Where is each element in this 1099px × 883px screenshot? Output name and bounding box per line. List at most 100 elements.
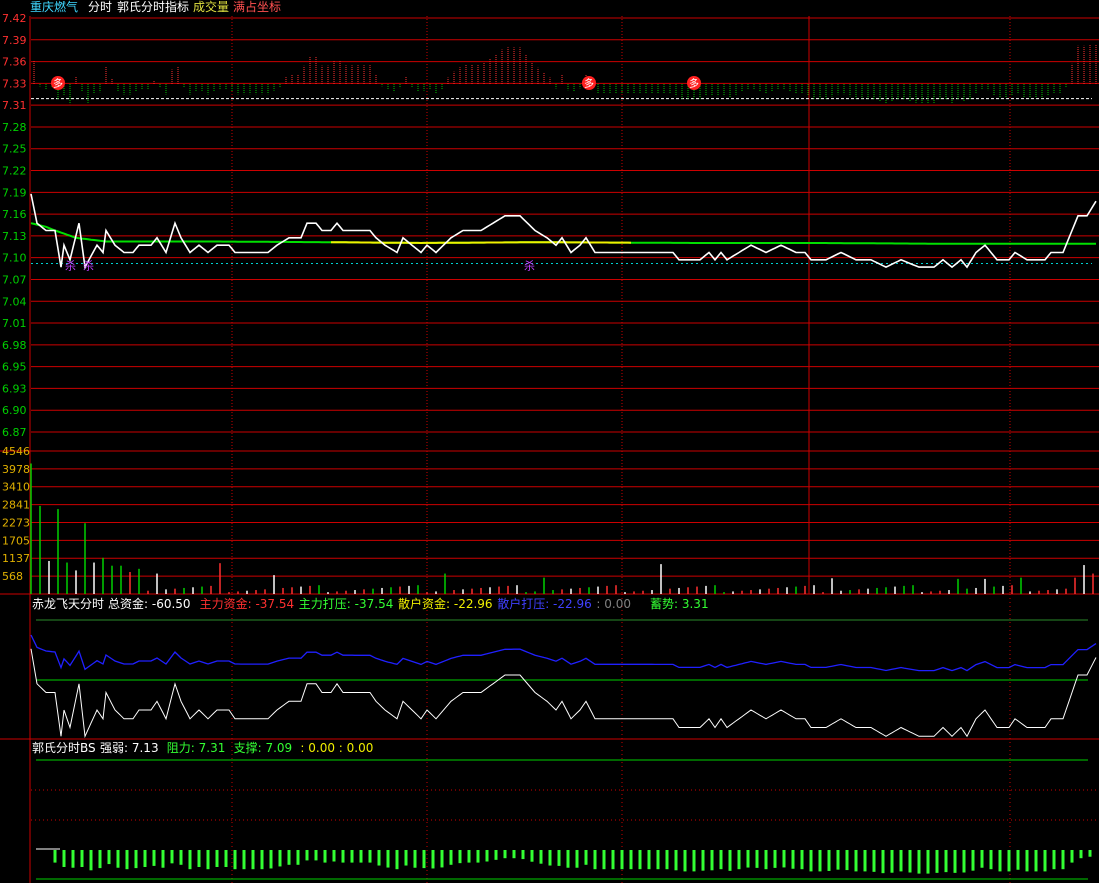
capital-flow-panel[interactable]: 赤龙飞天分时 总资金: -60.50 主力资金: -37.54 主力打压: -37.5… [30, 596, 1097, 739]
bs-strength-bar [764, 850, 768, 870]
intraday-chart[interactable]: 重庆燃气 分时 郭氏分时指标 成交量 满占坐标 7.42 7.39 7.36 7.33… [0, 0, 1099, 883]
buy-signal-label: 多 [53, 77, 63, 90]
bs-strength-bar [980, 850, 984, 868]
bs-strength-bar [260, 850, 264, 870]
bs-strength-bar [251, 850, 255, 870]
bs-strength-bar [755, 850, 759, 868]
flow-value-label: 散户打压: -22.96 [497, 596, 592, 611]
bs-strength-bar [809, 850, 813, 872]
bs-strength-bar [197, 850, 201, 867]
flow-value-label: : 0.00 [596, 597, 631, 611]
volume-label[interactable]: 成交量 [193, 0, 229, 14]
bs-strength-bar [971, 850, 975, 871]
bs-strength-bar [143, 850, 147, 867]
bs-strength-bar [944, 850, 948, 873]
sell-signal-label: 杀 [65, 258, 76, 272]
bs-strength-bar [1025, 850, 1029, 872]
flow-value-label: 总资金: -60.50 [108, 596, 191, 611]
bs-strength-bar [116, 850, 120, 868]
bs-strength-bar [692, 850, 696, 872]
bs-strength-bar [269, 850, 273, 869]
bs-strength-bar [1079, 850, 1083, 859]
bs-strength-bar [278, 850, 282, 867]
bs-strength-bar [323, 850, 327, 863]
volume-tick-label: 1137 [2, 552, 30, 565]
bs-strength-bar [926, 850, 930, 874]
total-flow-line [30, 648, 1097, 739]
bs-strength-bar [917, 850, 921, 874]
bs-strength-bar [548, 850, 552, 866]
price-tick-label: 7.19 [2, 186, 27, 199]
volume-tick-label: 4546 [2, 445, 30, 458]
buy-signal-label: 多 [689, 77, 699, 90]
chart-header: 重庆燃气 分时 郭氏分时指标 成交量 满占坐标 [30, 0, 281, 14]
bs-strength-bar [683, 850, 687, 872]
bs-strength-bar [413, 850, 417, 868]
bs-strength-bar [611, 850, 615, 870]
bs-strength-bar [179, 850, 183, 865]
bs-strength-bar [1007, 850, 1011, 872]
coord-label[interactable]: 满占坐标 [233, 0, 281, 14]
bs-strength-bar [1088, 850, 1092, 857]
price-panel[interactable]: 7.42 7.39 7.36 7.33 7.31 7.28 7.25 7.22 7.19 7.16… [2, 12, 1099, 439]
price-tick-label: 7.13 [2, 230, 27, 243]
bs-value-label: : 0.00 : 0.00 [300, 741, 373, 755]
price-tick-label: 6.87 [2, 426, 27, 439]
bs-strength-bar [728, 850, 732, 871]
price-tick-label: 7.04 [2, 295, 27, 308]
bs-strength-bar [1034, 850, 1038, 872]
bs-strength-bar [719, 850, 723, 870]
bs-strength-bar [791, 850, 795, 869]
bs-strength-bar [422, 850, 426, 869]
price-tick-label: 6.95 [2, 361, 27, 374]
bs-strength-bar [890, 850, 894, 873]
bs-strength-bar [1043, 850, 1047, 872]
bs-strength-bar [71, 850, 75, 868]
bs-strength-bar [647, 850, 651, 870]
bs-strength-bar [629, 850, 633, 870]
bs-strength-bar [233, 850, 237, 870]
bs-strength-bar [485, 850, 489, 862]
bs-strength-bar [530, 850, 534, 862]
bs-strength-bar [908, 850, 912, 873]
volume-tick-label: 568 [2, 570, 23, 583]
bs-strength-bar [935, 850, 939, 873]
flow-value-label: 散户资金: -22.96 [398, 596, 493, 611]
volume-panel[interactable]: 4546 3978 3410 2841 2273 1705 1137 568 [2, 445, 1099, 594]
bs-strength-bar [224, 850, 228, 867]
price-tick-label: 7.10 [2, 252, 27, 265]
bs-strength-bar [593, 850, 597, 870]
bs-strength-bar [710, 850, 714, 871]
bs-strength-bar [782, 850, 786, 868]
price-line [30, 193, 1097, 270]
bs-strength-bar [305, 850, 309, 861]
bs-strength-bar [287, 850, 291, 865]
bs-strength-bar [1016, 850, 1020, 870]
bs-strength-bar [1052, 850, 1056, 870]
volume-tick-label: 3410 [2, 481, 30, 494]
stock-name[interactable]: 重庆燃气 [30, 0, 78, 14]
chart-frame [0, 16, 1099, 883]
bs-strength-bar [602, 850, 606, 870]
flow-value-label: 主力资金: -37.54 [200, 596, 295, 611]
mode-label[interactable]: 分时 [88, 0, 112, 14]
bs-strength-bar [584, 850, 588, 865]
price-tick-label: 6.90 [2, 404, 27, 417]
volume-tick-label: 2273 [2, 517, 30, 530]
bs-strength-bar [377, 850, 381, 866]
bs-strength-bar [368, 850, 372, 863]
bs-strength-bar [962, 850, 966, 873]
bs-strength-panel[interactable]: 郭氏分时BS 强弱: 7.13 阻力: 7.31 支撑: 7.09: 0.00 : 0… [31, 740, 1099, 880]
price-tick-label: 7.01 [2, 317, 27, 330]
bs-strength-bar [350, 850, 354, 863]
bs-strength-bar [998, 850, 1002, 872]
sell-signal-label: 杀 [524, 258, 535, 272]
volume-tick-label: 1705 [2, 534, 30, 547]
bs-strength-bar [665, 850, 669, 870]
bs-strength-bar [845, 850, 849, 871]
indicator-label[interactable]: 郭氏分时指标 [117, 0, 189, 14]
bs-strength-bar [404, 850, 408, 866]
bs-strength-bar [62, 850, 66, 867]
buy-signal-label: 多 [584, 77, 594, 90]
bs-strength-bar [107, 850, 111, 865]
